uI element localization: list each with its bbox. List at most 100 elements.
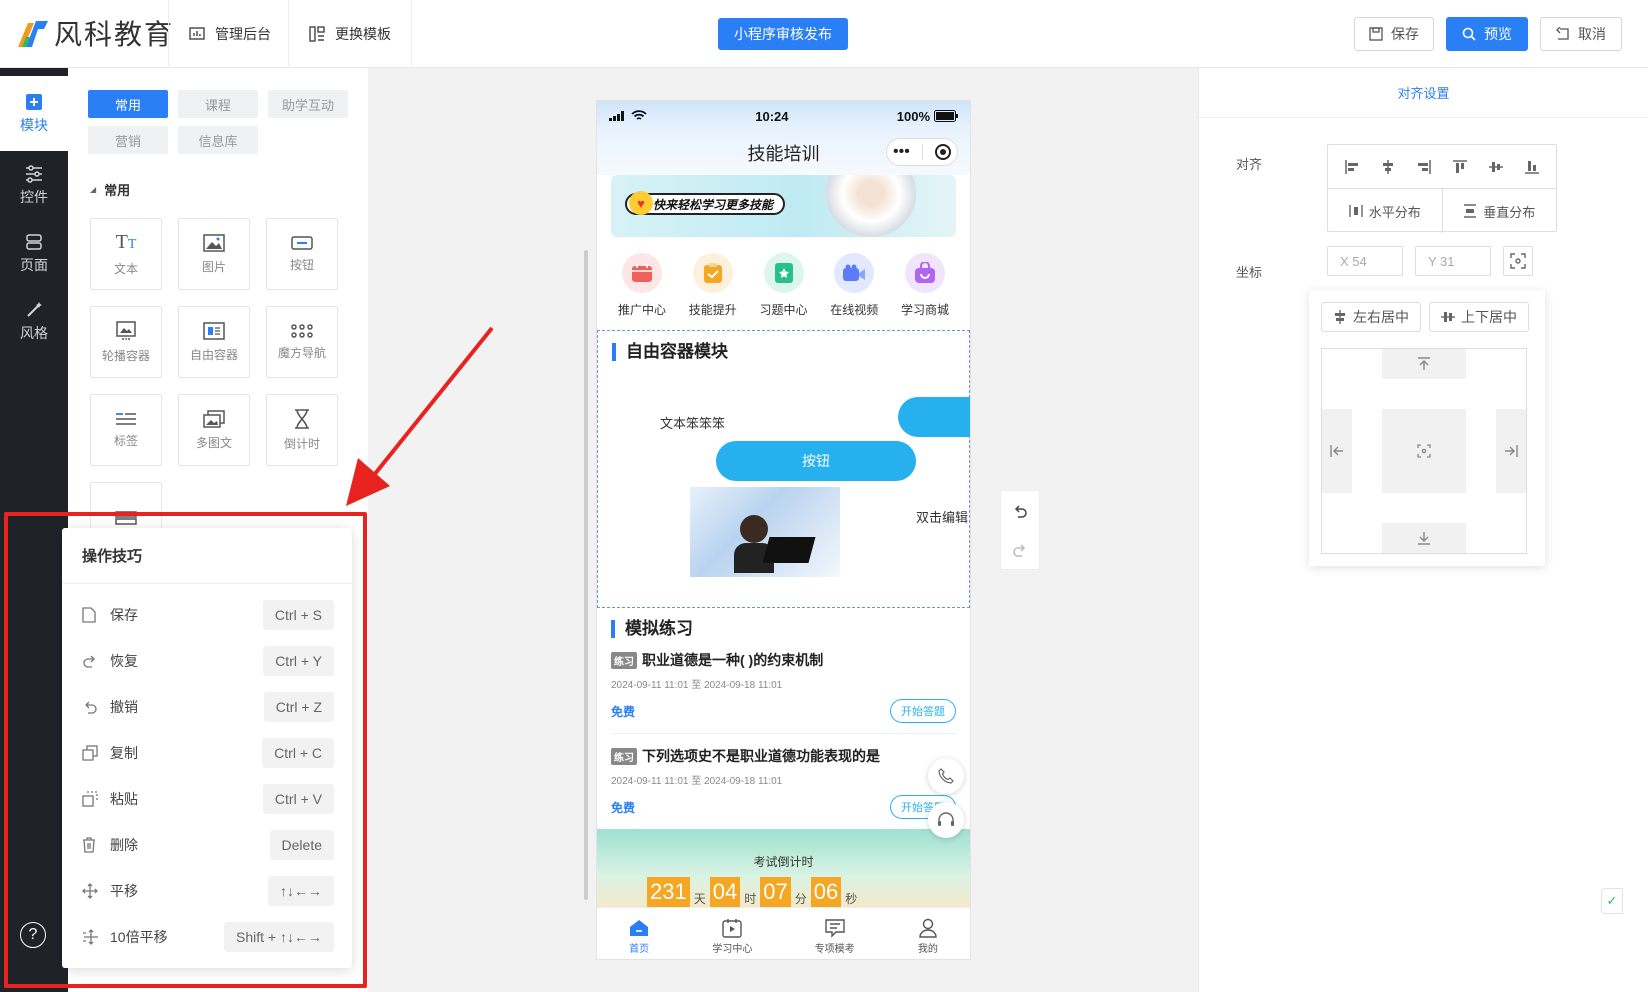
category-mall[interactable]: 学习商城 <box>892 253 958 318</box>
horizontal-distribute-button[interactable]: 水平分布 <box>1328 189 1443 233</box>
component-text[interactable]: TT 文本 <box>90 218 162 290</box>
heart-eyes-emoji-icon: ♥ <box>629 191 653 215</box>
component-free-container[interactable]: 自由容器 <box>178 306 250 378</box>
more-dots-icon[interactable]: ••• <box>893 143 910 161</box>
countdown-values: 231 天 04 时 07 分 06 秒 <box>647 877 857 907</box>
grid-dots-icon <box>291 323 313 338</box>
tab-home[interactable]: 首页 <box>628 918 650 955</box>
tab-mock-exam[interactable]: 专项模考 <box>815 918 855 955</box>
free-container-module[interactable]: 自由容器模块 文本笨笨笨 按钮 双击编辑 <box>597 330 970 608</box>
properties-panel: 对齐设置 对齐 水平分布 垂直分布 坐标 X 54 Y 31 左右居中 上下居中… <box>1198 68 1648 992</box>
template-link[interactable]: 更换模板 <box>288 0 412 68</box>
category-promotion[interactable]: 推广中心 <box>609 253 675 318</box>
sidebar-item-pages[interactable]: 页面 <box>0 220 68 288</box>
align-left-edge-icon[interactable] <box>1322 409 1352 493</box>
component-carousel[interactable]: 轮播容器 <box>90 306 162 378</box>
center-vertical-button[interactable]: 上下居中 <box>1429 302 1529 332</box>
customer-service-float-button[interactable] <box>928 802 964 838</box>
category-skill[interactable]: 技能提升 <box>680 253 746 318</box>
sidebar-item-modules[interactable]: 模块 <box>0 76 68 151</box>
admin-link[interactable]: 管理后台 <box>168 0 291 68</box>
battery-level: 100% <box>896 108 930 124</box>
signal-icon <box>609 110 647 122</box>
start-answer-button[interactable]: 开始答题 <box>890 699 956 723</box>
sidebar-item-style[interactable]: 风格 <box>0 288 68 356</box>
mini-program-capsule[interactable]: ••• <box>886 138 958 166</box>
tab-learning-center[interactable]: 学习中心 <box>712 918 752 955</box>
align-bottom-edge-icon[interactable] <box>1382 523 1466 553</box>
component-image[interactable]: 图片 <box>178 218 250 290</box>
tab-mine[interactable]: 我的 <box>917 918 939 955</box>
preview-button[interactable]: 预览 <box>1446 17 1528 51</box>
logo-text: 风科教育 <box>54 18 175 51</box>
align-top-edge-icon[interactable] <box>1382 349 1466 379</box>
close-target-icon[interactable] <box>934 144 951 160</box>
chip-course[interactable]: 课程 <box>178 90 258 118</box>
practice-item-date: 2024-09-11 11:01 至 2024-09-18 11:01 <box>611 680 783 691</box>
annotation-highlight-box <box>4 512 367 988</box>
center-horizontal-label: 左右居中 <box>1353 309 1409 325</box>
free-image[interactable] <box>690 487 840 577</box>
align-right-icon[interactable] <box>1416 159 1432 175</box>
chip-info[interactable]: 信息库 <box>178 126 258 154</box>
component-tag[interactable]: 标签 <box>90 394 162 466</box>
focus-icon <box>1510 253 1526 269</box>
cancel-button-label: 取消 <box>1578 26 1606 42</box>
practice-item[interactable]: 练习 下列选项史不是职业道德功能表现的是 2024-09-11 11:01 至 2… <box>611 746 956 829</box>
align-left-icon[interactable] <box>1344 159 1360 175</box>
category-video[interactable]: 在线视频 <box>821 253 887 318</box>
publish-button[interactable]: 小程序审核发布 <box>718 18 848 50</box>
category-label: 推广中心 <box>617 303 666 317</box>
free-button-partial[interactable] <box>898 397 970 437</box>
free-button[interactable]: 按钮 <box>716 441 916 481</box>
phone-call-float-button[interactable] <box>928 758 964 794</box>
tab-align-settings[interactable]: 对齐设置 <box>1199 68 1648 118</box>
top-bar: 风科教育 管理后台 更换模板 小程序审核发布 保存 预览 取消 <box>0 0 1648 68</box>
sidebar-item-label: 模块 <box>20 116 48 133</box>
component-button[interactable]: 按钮 <box>266 218 338 290</box>
align-center-v-icon[interactable] <box>1488 159 1504 175</box>
chip-marketing[interactable]: 营销 <box>88 126 168 154</box>
component-grid-nav[interactable]: 魔方导航 <box>266 306 338 378</box>
countdown-days-unit: 天 <box>693 892 706 906</box>
phone-icon <box>938 768 954 784</box>
section-common[interactable]: ◢ 常用 <box>90 180 130 199</box>
save-button[interactable]: 保存 <box>1354 17 1434 51</box>
save-button-label: 保存 <box>1391 26 1419 42</box>
x-coordinate-input[interactable]: X 54 <box>1327 246 1403 276</box>
dblclick-text[interactable]: 双击编辑 <box>916 507 968 526</box>
phone-preview: 10:24 100% 技能培训 ••• 快来轻松学习更多技能 ♥ 推广中心 技能… <box>596 100 971 960</box>
align-right-edge-icon[interactable] <box>1496 409 1526 493</box>
practice-item-date: 2024-09-11 11:01 至 2024-09-18 11:01 <box>611 776 783 787</box>
countdown-module[interactable]: 考试倒计时 231 天 04 时 07 分 06 秒 <box>597 829 970 907</box>
practice-title: 模拟练习 <box>611 620 970 638</box>
chip-common[interactable]: 常用 <box>88 90 168 118</box>
sidebar-item-controls[interactable]: 控件 <box>0 152 68 220</box>
center-horizontal-button[interactable]: 左右居中 <box>1321 302 1421 332</box>
vertical-distribute-button[interactable]: 垂直分布 <box>1443 189 1557 233</box>
y-coordinate-input[interactable]: Y 31 <box>1415 246 1491 276</box>
phone-nav-bar: 技能培训 ••• <box>597 131 970 175</box>
banner[interactable]: 快来轻松学习更多技能 ♥ <box>611 175 956 237</box>
component-multi-image[interactable]: 多图文 <box>178 394 250 466</box>
undo-icon[interactable] <box>1012 504 1028 518</box>
free-text[interactable]: 文本笨笨笨 <box>660 413 725 432</box>
admin-link-label: 管理后台 <box>215 26 271 42</box>
cancel-button[interactable]: 取消 <box>1540 17 1622 51</box>
component-label: 文本 <box>113 262 138 276</box>
component-countdown[interactable]: 倒计时 <box>266 394 338 466</box>
canvas-scrollbar[interactable] <box>584 250 588 900</box>
phone-tab-bar: 首页 学习中心 专项模考 我的 <box>597 907 970 959</box>
align-center-icon[interactable] <box>1382 409 1466 493</box>
practice-item[interactable]: 练习 职业道德是一种( )的约束机制 2024-09-11 11:01 至 202… <box>611 650 956 734</box>
align-center-h-icon[interactable] <box>1380 159 1396 175</box>
chip-interaction[interactable]: 助学互动 <box>268 90 348 118</box>
feedback-tab-icon[interactable]: ✓ <box>1601 888 1623 914</box>
redo-icon[interactable] <box>1012 543 1028 557</box>
category-exercise[interactable]: 习题中心 <box>751 253 817 318</box>
align-top-icon[interactable] <box>1452 159 1468 175</box>
section-common-label: 常用 <box>104 183 131 198</box>
category-label: 学习商城 <box>900 303 949 317</box>
position-picker-button[interactable] <box>1503 246 1533 276</box>
align-bottom-icon[interactable] <box>1524 159 1540 175</box>
